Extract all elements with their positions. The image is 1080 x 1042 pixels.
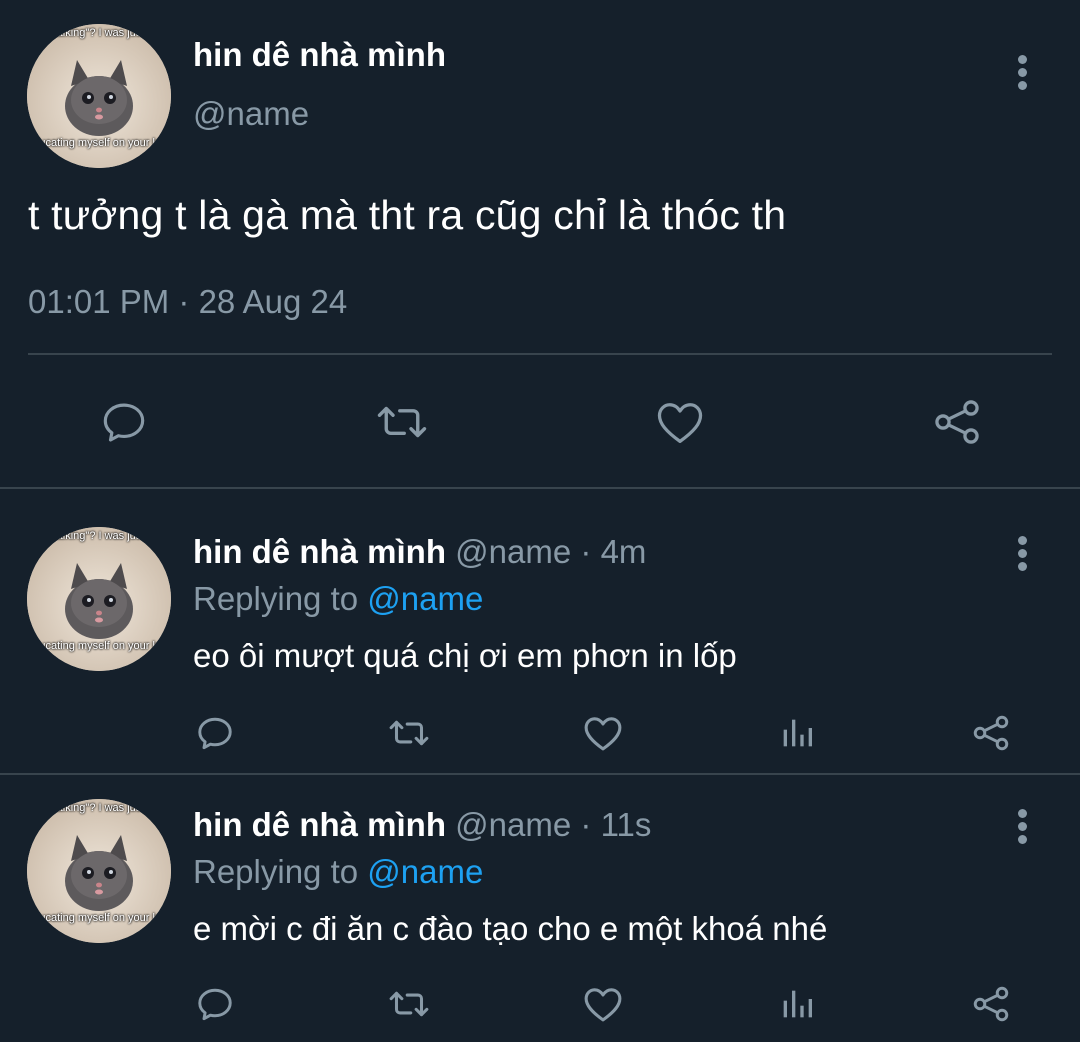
- retweet-button[interactable]: [384, 710, 434, 756]
- more-options-icon[interactable]: [1016, 809, 1028, 848]
- share-button[interactable]: [928, 392, 986, 452]
- tweet-timestamp[interactable]: 01:01 PM · 28 Aug 24: [28, 283, 347, 321]
- replying-label: Replying to: [193, 580, 359, 617]
- replying-to: Replying to @name: [193, 853, 483, 891]
- mention-link[interactable]: @name: [367, 853, 483, 890]
- replying-label: Replying to: [193, 853, 359, 890]
- share-icon: [973, 986, 1009, 1022]
- display-name[interactable]: hin dê nhà mình: [193, 806, 446, 843]
- tweet-text: t tưởng t là gà mà tht ra cũg chỉ là thó…: [28, 192, 787, 238]
- avatar-caption-top: talking"? I was just: [53, 802, 145, 814]
- reply-header: hin dê nhà mình @name · 11s: [193, 806, 651, 844]
- like-icon: [584, 717, 622, 751]
- section-divider: [0, 773, 1080, 775]
- handle[interactable]: @name: [455, 533, 571, 570]
- display-name[interactable]: hin dê nhà mình: [193, 36, 446, 74]
- reply-time: 11s: [600, 806, 652, 843]
- avatar-caption-bottom: educating myself on your lore: [27, 640, 171, 652]
- reply-button[interactable]: [94, 392, 154, 452]
- reply-icon: [198, 717, 232, 750]
- avatar[interactable]: talking"? I was just educating myself on…: [27, 24, 171, 168]
- more-options-icon[interactable]: [1016, 55, 1028, 94]
- retweet-icon: [389, 720, 429, 746]
- avatar[interactable]: talking"? I was just educating myself on…: [27, 799, 171, 943]
- reply-text: eo ôi mượt quá chị ơi em phơn in lốp: [193, 637, 737, 674]
- retweet-button[interactable]: [370, 392, 434, 452]
- share-icon: [935, 400, 979, 444]
- avatar-caption-bottom: educating myself on your lore: [27, 137, 171, 149]
- reply-button[interactable]: [192, 710, 238, 756]
- retweet-icon: [389, 991, 429, 1017]
- analytics-button[interactable]: [774, 710, 820, 756]
- handle[interactable]: @name: [193, 95, 309, 133]
- reply-time: 4m: [600, 533, 647, 570]
- avatar-caption-bottom: educating myself on your lore: [27, 912, 171, 924]
- divider: [28, 353, 1052, 355]
- avatar-caption-top: talking"? I was just: [53, 27, 145, 39]
- like-button[interactable]: [580, 981, 626, 1027]
- reply-icon: [198, 988, 232, 1021]
- replying-to: Replying to @name: [193, 580, 483, 618]
- avatar[interactable]: talking"? I was just educating myself on…: [27, 527, 171, 671]
- avatar-caption-top: talking"? I was just: [53, 530, 145, 542]
- share-icon: [973, 715, 1009, 751]
- analytics-icon: [783, 990, 812, 1018]
- retweet-button[interactable]: [384, 981, 434, 1027]
- display-name[interactable]: hin dê nhà mình: [193, 533, 446, 570]
- mention-link[interactable]: @name: [367, 580, 483, 617]
- reply-icon: [103, 403, 145, 442]
- like-button[interactable]: [580, 710, 626, 756]
- retweet-icon: [377, 406, 427, 438]
- share-button[interactable]: [968, 710, 1014, 756]
- section-divider: [0, 487, 1080, 489]
- separator-dot: ·: [580, 533, 592, 570]
- reply-text: e mời c đi ăn c đào tạo cho e một khoá n…: [193, 910, 828, 947]
- like-button[interactable]: [650, 392, 710, 452]
- analytics-icon: [783, 719, 812, 747]
- like-icon: [657, 403, 703, 443]
- reply-header: hin dê nhà mình @name · 4m: [193, 533, 646, 571]
- like-icon: [584, 988, 622, 1022]
- separator-dot: ·: [580, 806, 592, 843]
- handle[interactable]: @name: [455, 806, 571, 843]
- more-options-icon[interactable]: [1016, 536, 1028, 575]
- share-button[interactable]: [968, 981, 1014, 1027]
- reply-button[interactable]: [192, 981, 238, 1027]
- analytics-button[interactable]: [774, 981, 820, 1027]
